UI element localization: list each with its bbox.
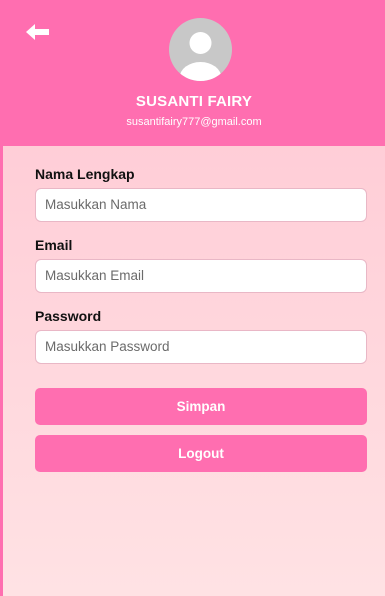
fullname-input[interactable]: Masukkan Nama (35, 188, 367, 222)
fullname-label: Nama Lengkap (35, 166, 135, 182)
user-avatar-icon (179, 32, 222, 81)
avatar (169, 18, 232, 81)
email-label: Email (35, 237, 73, 253)
email-input[interactable]: Masukkan Email (35, 259, 367, 293)
profile-name: SUSANTI FAIRY (135, 93, 253, 110)
arrow-left-icon (26, 24, 49, 40)
password-input[interactable]: Masukkan Password (35, 330, 367, 364)
logout-button[interactable]: Logout (35, 435, 367, 472)
save-button[interactable]: Simpan (35, 388, 367, 425)
profile-screen: SUSANTI FAIRY susantifairy777@gmail.com … (0, 0, 385, 596)
profile-email: susantifairy777@gmail.com (126, 116, 262, 128)
profile-header: SUSANTI FAIRY susantifairy777@gmail.com (3, 0, 385, 146)
password-label: Password (35, 308, 102, 324)
back-button[interactable] (25, 22, 51, 42)
profile-form: Nama Lengkap Masukkan Nama Email Masukka… (35, 166, 367, 379)
